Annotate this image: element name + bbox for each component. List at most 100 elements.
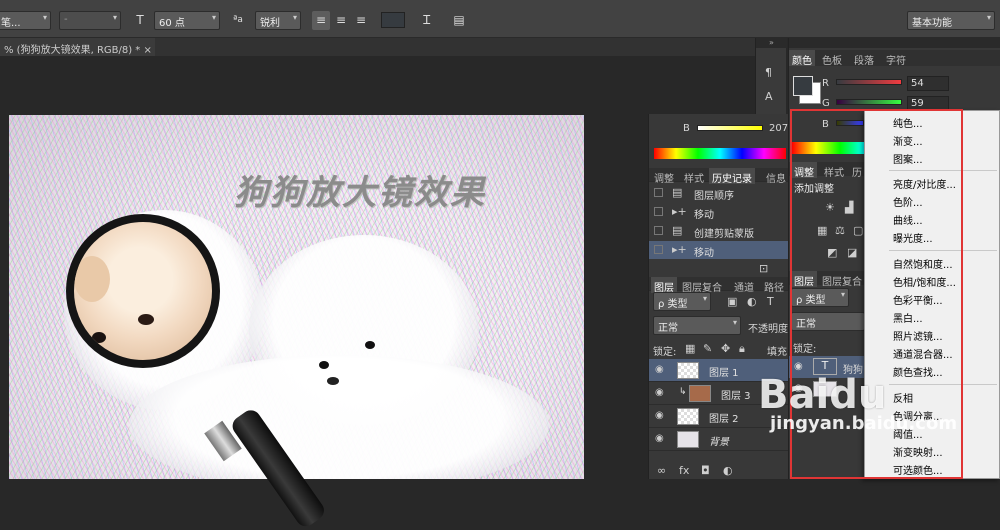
visibility-eye-icon[interactable]: ◉ <box>655 410 664 421</box>
tab-swatches[interactable]: 色板 <box>819 50 845 67</box>
tab-layers[interactable]: 图层 <box>791 271 817 288</box>
tab-character[interactable]: 字符 <box>883 50 909 67</box>
close-icon[interactable]: × <box>144 45 152 56</box>
text-color-swatch[interactable] <box>381 12 405 28</box>
hue-icon[interactable]: ▦ <box>817 224 827 237</box>
menu-item[interactable]: 通道混合器... <box>893 346 953 361</box>
balance-icon[interactable]: ⚖ <box>835 224 845 237</box>
r-value[interactable]: 54 <box>907 76 949 91</box>
b-channel-slider[interactable] <box>697 125 763 131</box>
menu-item[interactable]: 颜色查找... <box>893 364 943 379</box>
lock-paint-icon[interactable]: ✎ <box>703 342 712 355</box>
canvas-area[interactable]: 狗狗放大镜效果 <box>0 56 648 530</box>
brightness-icon[interactable]: ☀ <box>825 201 835 214</box>
levels-icon[interactable]: ▟ <box>845 201 853 214</box>
paragraph-icon[interactable]: ¶ <box>765 66 772 79</box>
tab-layer-comps[interactable]: 图层复合 <box>679 277 725 294</box>
checkbox[interactable] <box>654 226 663 235</box>
menu-item[interactable]: 反相 <box>893 390 913 405</box>
g-slider[interactable] <box>836 99 902 105</box>
font-size-select[interactable]: 60 点 ▾ <box>154 11 220 30</box>
align-center-icon[interactable]: ≡ <box>332 11 350 30</box>
history-item[interactable]: ▤ 创建剪贴蒙版 <box>649 222 789 240</box>
tab-info[interactable]: 信息 <box>763 168 789 185</box>
new-snapshot-icon[interactable]: ⊡ <box>759 262 768 275</box>
posterize-icon[interactable]: ◪ <box>847 246 857 259</box>
menu-item[interactable]: 亮度/对比度... <box>893 176 956 191</box>
blend-mode-select[interactable]: 正常 ▾ <box>653 316 741 335</box>
align-left-icon[interactable]: ≡ <box>312 11 330 30</box>
add-adjustment-title: 添加调整 <box>794 184 834 195</box>
add-mask-icon[interactable]: ◘ <box>701 464 710 477</box>
menu-item[interactable]: 色彩平衡... <box>893 292 943 307</box>
checkbox[interactable] <box>654 207 663 216</box>
tab-history[interactable]: 历 <box>849 162 865 179</box>
layer-kind-filter[interactable]: ρ 类型 ▾ <box>653 292 711 311</box>
menu-item[interactable]: 自然饱和度... <box>893 256 953 271</box>
tab-paths[interactable]: 路径 <box>761 277 787 294</box>
link-layers-icon[interactable]: ∞ <box>657 464 666 477</box>
menu-separator <box>889 384 997 385</box>
menu-item[interactable]: 照片滤镜... <box>893 328 943 343</box>
tab-channels[interactable]: 通道 <box>731 277 757 294</box>
tab-color[interactable]: 颜色 <box>789 50 815 67</box>
menu-item[interactable]: 黑白... <box>893 310 923 325</box>
bw-icon[interactable]: ▢ <box>853 224 863 237</box>
collapse-icon[interactable]: » <box>756 38 787 48</box>
g-value[interactable]: 59 <box>907 96 949 111</box>
tab-history[interactable]: 历史记录 <box>709 168 755 185</box>
tab-paragraph[interactable]: 段落 <box>851 50 877 67</box>
history-item[interactable]: ▤ 图层顺序 <box>649 184 789 202</box>
lock-transparent-icon[interactable]: ▦ <box>685 342 695 355</box>
warp-text-icon[interactable]: Ꮖ <box>418 11 436 30</box>
layer-row[interactable]: ◉ 背景 <box>649 428 789 451</box>
menu-item[interactable]: 色阶... <box>893 194 923 209</box>
menu-item[interactable]: 可选颜色... <box>893 462 943 477</box>
r-slider[interactable] <box>836 79 902 85</box>
filter-adjust-icon[interactable]: ◐ <box>747 295 757 308</box>
new-adjustment-icon[interactable]: ◐ <box>723 464 733 477</box>
tab-layers[interactable]: 图层 <box>651 277 677 294</box>
tab-adjustments[interactable]: 调整 <box>791 162 817 179</box>
layer-kind-filter[interactable]: ρ 类型 ▾ <box>791 288 849 307</box>
history-item[interactable]: ▸+ 移动 <box>649 203 789 221</box>
color-ramp[interactable] <box>654 148 786 159</box>
lock-all-icon[interactable]: 🔒︎ <box>739 342 745 356</box>
tab-layer-comps[interactable]: 图层复合 <box>819 271 865 288</box>
menu-item[interactable]: 色相/饱和度... <box>893 274 956 289</box>
character-icon[interactable]: A <box>765 90 773 103</box>
filter-pixel-icon[interactable]: ▣ <box>727 295 737 308</box>
checkbox[interactable] <box>654 245 663 254</box>
color-ramp[interactable] <box>792 142 864 154</box>
history-item[interactable]: ▸+ 移动 <box>649 241 789 259</box>
opacity-label: 不透明度 <box>748 324 788 335</box>
lock-move-icon[interactable]: ✥ <box>721 342 730 355</box>
document-tab[interactable]: % (狗狗放大镜效果, RGB/8) * × <box>0 38 155 56</box>
filter-type-icon[interactable]: T <box>767 295 774 308</box>
tab-styles[interactable]: 样式 <box>821 162 847 179</box>
menu-item[interactable]: 渐变映射... <box>893 444 943 459</box>
font-style-select[interactable]: - ▾ <box>59 11 121 30</box>
antialias-select[interactable]: 锐利 ▾ <box>255 11 301 30</box>
menu-item[interactable]: 纯色... <box>893 115 923 130</box>
tool-preset-select[interactable]: 笔... ▾ <box>0 11 51 30</box>
visibility-eye-icon[interactable]: ◉ <box>655 364 664 375</box>
visibility-eye-icon[interactable]: ◉ <box>655 433 664 444</box>
foreground-color-swatch[interactable] <box>793 76 813 96</box>
visibility-eye-icon[interactable]: ◉ <box>794 361 803 372</box>
character-panel-icon[interactable]: ▤ <box>450 11 468 30</box>
b-slider[interactable] <box>836 120 864 126</box>
tab-styles[interactable]: 样式 <box>681 168 707 185</box>
menu-item[interactable]: 曝光度... <box>893 230 933 245</box>
invert-icon[interactable]: ◩ <box>827 246 837 259</box>
workspace-select[interactable]: 基本功能 ▾ <box>907 11 995 30</box>
menu-item[interactable]: 曲线... <box>893 212 923 227</box>
menu-item[interactable]: 图案... <box>893 151 923 166</box>
checkbox[interactable] <box>654 188 663 197</box>
visibility-eye-icon[interactable]: ◉ <box>655 387 664 398</box>
menu-item[interactable]: 渐变... <box>893 133 923 148</box>
align-right-icon[interactable]: ≡ <box>352 11 370 30</box>
layer-style-icon[interactable]: fx <box>679 464 689 477</box>
blend-mode-select[interactable]: 正常 <box>791 312 865 331</box>
tab-adjustments[interactable]: 调整 <box>651 168 677 185</box>
